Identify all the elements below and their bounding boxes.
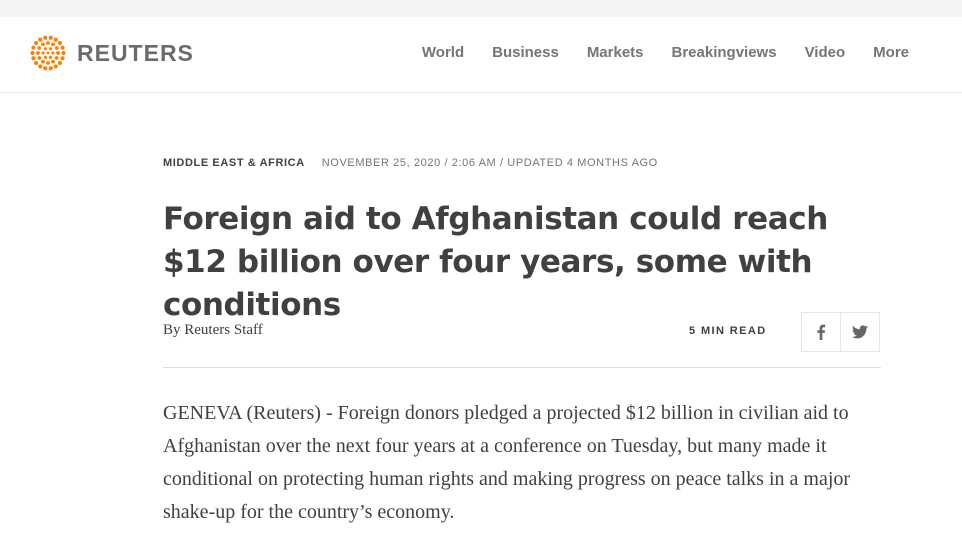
main-nav: World Business Markets Breakingviews Vid…	[394, 44, 909, 61]
nav-more[interactable]: More	[873, 44, 909, 61]
byline: By Reuters Staff	[163, 322, 263, 339]
share-buttons	[801, 312, 880, 352]
byline-prefix: By	[163, 322, 181, 338]
article-body: GENEVA (Reuters) - Foreign donors pledge…	[163, 402, 851, 523]
twitter-icon	[852, 325, 868, 339]
dateline: NOVEMBER 25, 2020 / 2:06 AM / UPDATED 4 …	[321, 157, 658, 169]
section-link[interactable]: MIDDLE EAST & AFRICA	[163, 157, 305, 169]
top-strip	[0, 0, 962, 17]
share-twitter-button[interactable]	[841, 312, 880, 352]
site-header: REUTERS World Business Markets Breakingv…	[0, 17, 962, 93]
reuters-logo[interactable]: REUTERS	[28, 33, 194, 73]
author-link[interactable]: Reuters Staff	[184, 322, 262, 338]
reuters-logo-icon	[30, 35, 66, 71]
nav-business[interactable]: Business	[492, 44, 559, 61]
nav-video[interactable]: Video	[805, 44, 846, 61]
nav-world[interactable]: World	[422, 44, 464, 61]
facebook-icon	[817, 324, 826, 340]
article-meta: MIDDLE EAST & AFRICA NOVEMBER 25, 2020 / …	[163, 157, 658, 169]
brand-name: REUTERS	[77, 39, 194, 66]
nav-markets[interactable]: Markets	[587, 44, 644, 61]
read-time: 5 MIN READ	[689, 325, 767, 337]
byline-divider	[163, 367, 881, 368]
share-facebook-button[interactable]	[801, 312, 841, 352]
article-headline: Foreign aid to Afghanistan could reach $…	[163, 201, 828, 323]
nav-breakingviews[interactable]: Breakingviews	[672, 44, 777, 61]
